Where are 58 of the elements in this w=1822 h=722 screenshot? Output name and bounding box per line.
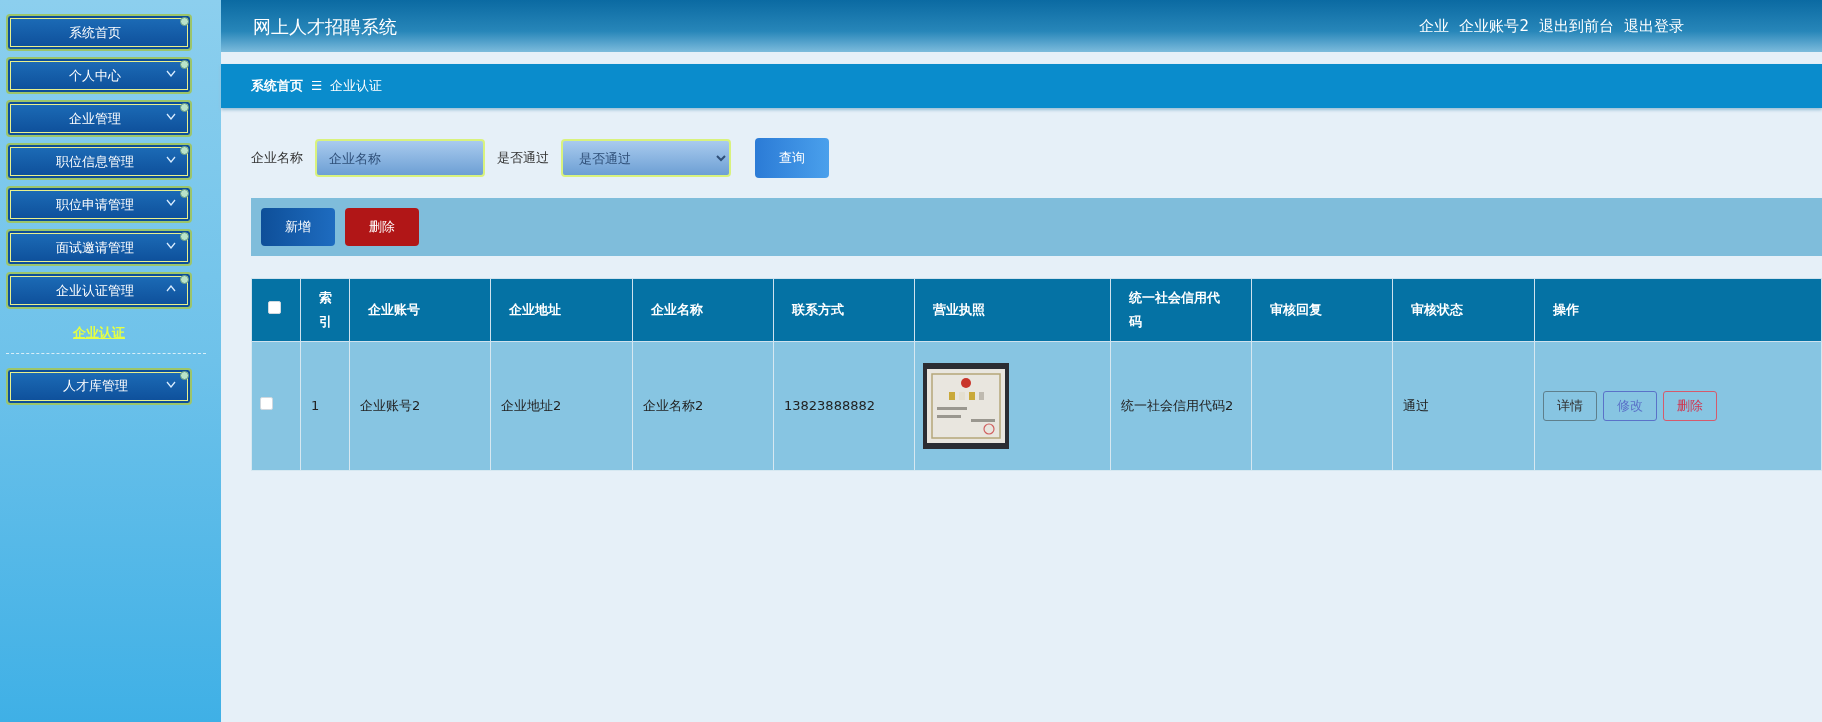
field-label: 企业名称 bbox=[251, 149, 303, 168]
chevron-up-icon bbox=[166, 285, 176, 292]
corner-dot-icon bbox=[180, 146, 189, 155]
column-header: 操作 bbox=[1553, 302, 1579, 318]
chevron-down-icon bbox=[166, 156, 176, 163]
column-header: 审核状态 bbox=[1411, 302, 1463, 318]
sidebar-menu-button[interactable]: 个人中心 bbox=[6, 57, 192, 94]
chevron-down-icon bbox=[166, 380, 176, 388]
add-button[interactable]: 新增 bbox=[261, 208, 335, 246]
sidebar-menu-button[interactable]: 系统首页 bbox=[6, 14, 192, 51]
corner-dot-icon bbox=[180, 275, 189, 284]
header-link[interactable]: 退出登录 bbox=[1624, 14, 1684, 38]
table-cell: 企业名称2 bbox=[643, 398, 704, 414]
row-checkbox[interactable] bbox=[260, 397, 273, 411]
field-label: 是否通过 bbox=[497, 149, 549, 168]
chevron-down-icon bbox=[166, 70, 176, 77]
table-cell: 通过 bbox=[1403, 398, 1429, 414]
corner-dot-icon bbox=[180, 370, 189, 380]
chevron-down-icon bbox=[166, 113, 176, 120]
select-all-checkbox[interactable] bbox=[268, 301, 281, 315]
corner-dot-icon bbox=[180, 17, 189, 26]
user-name-label: 企业账号2 bbox=[1459, 15, 1529, 37]
header-link[interactable]: 退出到前台 bbox=[1539, 14, 1614, 38]
chevron-down-icon bbox=[166, 199, 176, 206]
table-cell: 1 bbox=[311, 398, 320, 414]
sidebar-menu-button[interactable]: 职位信息管理 bbox=[6, 143, 192, 180]
column-header: 审核回复 bbox=[1270, 302, 1322, 318]
detail-button[interactable]: 详情 bbox=[1543, 391, 1597, 421]
search-button[interactable]: 查询 bbox=[755, 138, 829, 178]
table-cell: 企业账号2 bbox=[360, 398, 421, 414]
sidebar-menu-button[interactable]: 人才库管理 bbox=[6, 367, 192, 405]
sidebar-menu-button[interactable]: 面试邀请管理 bbox=[6, 229, 192, 266]
sidebar-menu-button[interactable]: 企业管理 bbox=[6, 100, 192, 137]
table-cell: 企业地址2 bbox=[501, 398, 562, 414]
table-cell: 13823888882 bbox=[784, 398, 875, 414]
column-header: 企业名称 bbox=[651, 302, 703, 318]
column-header: 索引 bbox=[319, 289, 333, 331]
sidebar-menu-button[interactable]: 企业认证管理 bbox=[6, 272, 192, 309]
column-header: 统一社会信用代码 bbox=[1129, 289, 1221, 331]
select-field[interactable]: 是否通过 bbox=[561, 139, 731, 177]
corner-dot-icon bbox=[180, 103, 189, 112]
column-header: 企业账号 bbox=[368, 302, 420, 318]
corner-dot-icon bbox=[180, 232, 189, 241]
column-header: 企业地址 bbox=[509, 302, 561, 318]
breadcrumb-separator: ☰ bbox=[311, 76, 323, 95]
table-cell: 统一社会信用代码2 bbox=[1121, 398, 1234, 414]
delete-button[interactable]: 删除 bbox=[345, 208, 419, 246]
search-field[interactable]: 企业名称 bbox=[315, 139, 485, 177]
breadcrumb-link[interactable]: 系统首页 bbox=[251, 76, 303, 96]
column-header: 联系方式 bbox=[792, 302, 844, 318]
app-title: 网上人才招聘系统 bbox=[253, 14, 397, 39]
corner-dot-icon bbox=[180, 189, 189, 198]
sidebar-menu-button[interactable]: 职位申请管理 bbox=[6, 186, 192, 223]
column-header: 营业执照 bbox=[933, 302, 985, 318]
corner-dot-icon bbox=[180, 60, 189, 69]
chevron-down-icon bbox=[166, 242, 176, 249]
user-role-label: 企业 bbox=[1419, 15, 1450, 37]
breadcrumb-link[interactable]: 企业认证 bbox=[330, 76, 383, 96]
